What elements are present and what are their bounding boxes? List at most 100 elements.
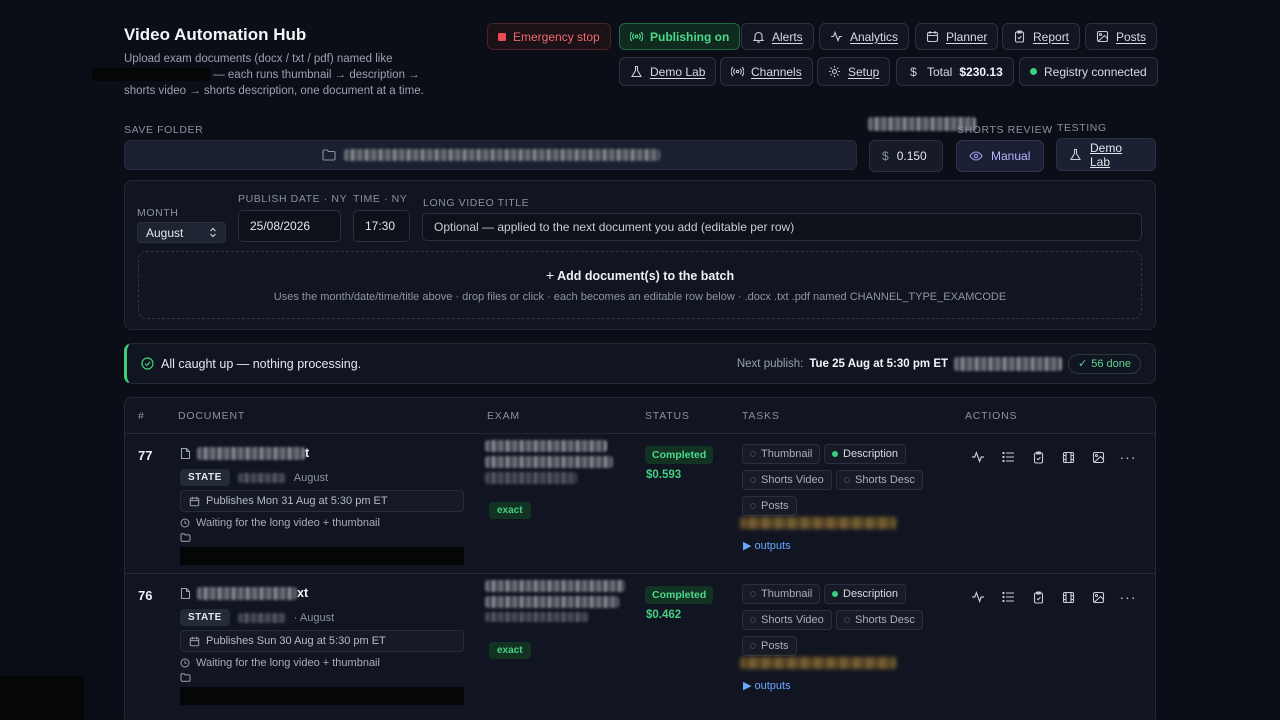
more-icon[interactable]: ···: [1119, 448, 1137, 466]
file-icon: [180, 447, 191, 460]
table-row[interactable]: 76 xt STATE · August Publishes Sun 30 Au…: [125, 573, 1155, 713]
chevron-updown-icon: [209, 227, 217, 238]
row-cost: $0.462: [646, 609, 682, 621]
film-icon[interactable]: [1059, 448, 1077, 466]
page-title: Video Automation Hub: [124, 25, 307, 44]
publish-schedule-text: Publishes Sun 30 Aug at 5:30 pm ET: [206, 635, 386, 647]
shorts-review-toggle[interactable]: Manual: [956, 140, 1044, 172]
redacted-filename: [197, 446, 305, 460]
broadcast-icon: [630, 30, 643, 43]
publish-schedule[interactable]: Publishes Sun 30 Aug at 5:30 pm ET: [180, 630, 464, 652]
activity-icon[interactable]: [969, 448, 987, 466]
analytics-label: Analytics: [850, 29, 899, 44]
publish-date-label: PUBLISH DATE · NY: [238, 193, 348, 205]
list-icon[interactable]: [999, 448, 1017, 466]
month-select[interactable]: August: [137, 222, 226, 243]
eye-icon: [969, 150, 983, 162]
posts-button[interactable]: Posts: [1085, 23, 1158, 50]
task-shorts-video[interactable]: Shorts Video: [742, 470, 832, 490]
image-icon: [1096, 30, 1109, 43]
task-posts[interactable]: Posts: [742, 496, 797, 516]
image-icon[interactable]: [1089, 588, 1107, 606]
clock-icon: [180, 658, 190, 668]
column-header-number: #: [138, 410, 145, 422]
documents-table: # DOCUMENT EXAM STATUS TASKS ACTIONS 77 …: [124, 397, 1156, 720]
task-description[interactable]: Description: [824, 584, 907, 604]
status-dot-icon: [1030, 68, 1037, 75]
task-label: Shorts Video: [761, 474, 824, 486]
exam-match-badge: exact: [489, 642, 531, 659]
list-icon[interactable]: [999, 588, 1017, 606]
stop-icon: [498, 32, 506, 41]
total-label: Total: [927, 64, 953, 79]
calendar-icon: [926, 30, 939, 43]
plus-icon: +: [545, 267, 555, 283]
outputs-toggle[interactable]: ▶ outputs: [743, 539, 791, 552]
task-thumbnail[interactable]: Thumbnail: [742, 444, 821, 464]
long-title-input[interactable]: Optional — applied to the next document …: [422, 213, 1142, 241]
radio-waves-icon: [731, 65, 744, 78]
activity-icon[interactable]: [969, 588, 987, 606]
threshold-input[interactable]: $ 0.150: [869, 140, 943, 172]
save-folder-field[interactable]: [124, 140, 857, 170]
setup-label: Setup: [848, 64, 880, 79]
task-shorts-desc[interactable]: Shorts Desc: [836, 610, 923, 630]
redacted-state: [237, 612, 286, 623]
redacted-corner: [0, 676, 84, 720]
add-documents-dropzone[interactable]: + Add document(s) to the batch Uses the …: [138, 251, 1142, 319]
filename-suffix: t: [305, 446, 310, 460]
next-publish: Next publish: Tue 25 Aug at 5:30 pm ET ✓…: [737, 353, 1141, 374]
task-posts[interactable]: Posts: [742, 636, 797, 656]
shorts-review-value: Manual: [991, 149, 1031, 163]
film-icon[interactable]: [1059, 588, 1077, 606]
time-label: TIME · NY: [353, 193, 408, 205]
dollar-icon: $: [882, 149, 889, 163]
demo-lab-button[interactable]: Demo Lab: [619, 57, 717, 86]
row-actions: ···: [969, 588, 1137, 606]
time-input[interactable]: 17:30: [353, 210, 410, 242]
threshold-value: 0.150: [896, 149, 927, 163]
row-cost: $0.593: [646, 469, 682, 481]
task-shorts-video[interactable]: Shorts Video: [742, 610, 832, 630]
emergency-stop-button[interactable]: Emergency stop: [487, 23, 611, 50]
redacted-folder-path: [343, 149, 660, 161]
task-dot-icon: [844, 477, 850, 483]
redacted-post-info: [740, 517, 896, 529]
waiting-text: Waiting for the long video + thumbnail: [196, 517, 380, 529]
clipboard-icon[interactable]: [1029, 588, 1047, 606]
image-icon[interactable]: [1089, 448, 1107, 466]
setup-button[interactable]: Setup: [817, 57, 891, 86]
alerts-button[interactable]: Alerts: [741, 23, 814, 50]
testing-demo-lab-button[interactable]: Demo Lab: [1056, 138, 1156, 171]
planner-label: Planner: [946, 29, 988, 44]
more-icon[interactable]: ···: [1119, 588, 1137, 606]
channels-button[interactable]: Channels: [720, 57, 813, 86]
planner-button[interactable]: Planner: [915, 23, 999, 50]
add-documents-heading: + Add document(s) to the batch: [139, 267, 1141, 283]
save-folder-label: SAVE FOLDER: [124, 124, 204, 136]
analytics-button[interactable]: Analytics: [819, 23, 910, 50]
waiting-status: Waiting for the long video + thumbnail: [180, 517, 380, 529]
report-button[interactable]: Report: [1002, 23, 1081, 50]
calendar-icon: [189, 636, 200, 647]
clipboard-icon[interactable]: [1029, 448, 1047, 466]
testing-demo-lab-label: Demo Lab: [1090, 140, 1123, 169]
outputs-toggle[interactable]: ▶ outputs: [743, 679, 791, 692]
clock-icon: [180, 518, 190, 528]
redacted-path: [180, 687, 464, 705]
task-thumbnail[interactable]: Thumbnail: [742, 584, 821, 604]
task-shorts-desc[interactable]: Shorts Desc: [836, 470, 923, 490]
publishing-toggle[interactable]: Publishing on: [619, 23, 741, 50]
publish-schedule[interactable]: Publishes Mon 31 Aug at 5:30 pm ET: [180, 490, 464, 512]
folder-icon: [180, 673, 191, 682]
flask-icon: [1069, 148, 1082, 161]
redacted-exam: [485, 580, 625, 622]
waiting-status: Waiting for the long video + thumbnail: [180, 657, 380, 669]
redacted-exam: [485, 440, 613, 484]
task-description[interactable]: Description: [824, 444, 907, 464]
publish-date-input[interactable]: 25/08/2026: [238, 210, 341, 242]
redacted-channel: [954, 356, 1063, 371]
task-label: Description: [843, 588, 899, 600]
task-label: Shorts Desc: [855, 614, 915, 626]
table-row[interactable]: 77 t STATE August Publishes Mon 31 Aug a…: [125, 433, 1155, 573]
